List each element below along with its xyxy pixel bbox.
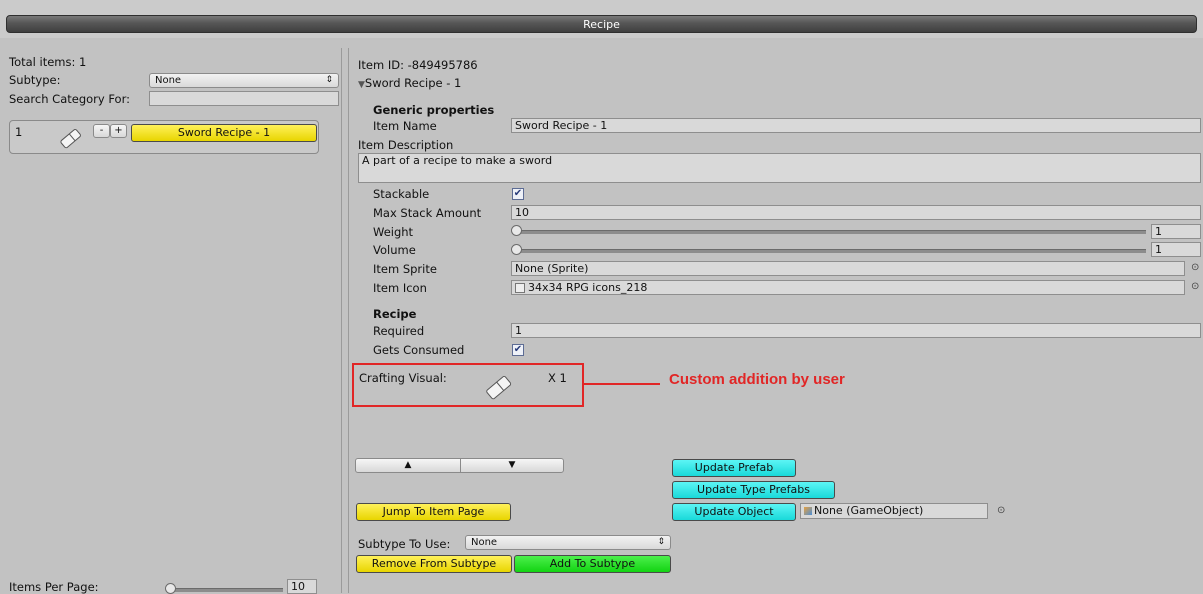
annotation-text: Custom addition by user: [669, 371, 845, 388]
volume-field[interactable]: 1: [1151, 242, 1201, 257]
item-sprite-label: Item Sprite: [373, 262, 437, 276]
max-stack-label: Max Stack Amount: [373, 206, 482, 220]
select-item-button[interactable]: Sword Recipe - 1: [131, 124, 317, 142]
search-category-input[interactable]: [149, 91, 339, 106]
icon-picker-icon[interactable]: ⊙: [1191, 281, 1199, 292]
item-id-label: Item ID: -849495786: [358, 58, 478, 72]
gets-consumed-checkbox[interactable]: ✔: [512, 344, 524, 356]
crafting-multiplier: X 1: [548, 371, 567, 385]
generic-properties-header: Generic properties: [373, 103, 495, 117]
stackable-label: Stackable: [373, 187, 430, 201]
items-per-page-field[interactable]: 10: [287, 579, 317, 594]
item-icon-field[interactable]: 34x34 RPG icons_218: [511, 280, 1185, 295]
gameobject-field[interactable]: None (GameObject): [800, 503, 988, 519]
search-category-label: Search Category For:: [9, 92, 130, 106]
update-prefab-button[interactable]: Update Prefab: [672, 459, 796, 477]
gameobject-picker-icon[interactable]: ⊙: [997, 505, 1005, 516]
item-description-field[interactable]: A part of a recipe to make a sword: [358, 153, 1201, 183]
move-up-button[interactable]: ▲: [355, 458, 461, 473]
item-icon-value: 34x34 RPG icons_218: [528, 281, 648, 294]
volume-slider-track[interactable]: [516, 249, 1146, 253]
item-name-label: Item Name: [373, 119, 437, 133]
crafting-visual-highlight: Crafting Visual: X 1: [352, 363, 584, 407]
total-items-label: Total items: 1: [9, 55, 87, 69]
weight-slider-track[interactable]: [516, 230, 1146, 234]
item-description-label: Item Description: [358, 138, 454, 152]
add-to-subtype-button[interactable]: Add To Subtype: [514, 555, 671, 573]
item-sprite-field[interactable]: None (Sprite): [511, 261, 1185, 276]
window-titlebar: Recipe: [0, 0, 1203, 38]
checkmark-icon: ✔: [513, 344, 523, 355]
subtype-to-use-value: None: [471, 537, 498, 548]
weight-label: Weight: [373, 225, 414, 239]
items-per-page-slider-thumb[interactable]: [165, 583, 176, 594]
max-stack-field[interactable]: 10: [511, 205, 1201, 220]
subtype-dropdown-value: None: [155, 75, 182, 86]
update-object-button[interactable]: Update Object: [672, 503, 796, 521]
subtype-to-use-label: Subtype To Use:: [358, 537, 451, 551]
crafting-visual-label: Crafting Visual:: [359, 371, 447, 385]
required-field[interactable]: 1: [511, 323, 1201, 338]
items-per-page-slider-track[interactable]: [171, 588, 283, 592]
updown-arrow-icon: ⇕: [657, 537, 665, 547]
subtype-label: Subtype:: [9, 73, 61, 87]
sprite-picker-icon[interactable]: ⊙: [1191, 262, 1199, 273]
stackable-checkbox[interactable]: ✔: [512, 188, 524, 200]
update-type-prefabs-button[interactable]: Update Type Prefabs: [672, 481, 835, 499]
item-icon-label: Item Icon: [373, 281, 427, 295]
volume-slider-thumb[interactable]: [511, 244, 522, 255]
item-foldout-label: Sword Recipe - 1: [364, 76, 462, 90]
weight-field[interactable]: 1: [1151, 224, 1201, 239]
annotation-connector: [584, 383, 660, 385]
weight-slider-thumb[interactable]: [511, 225, 522, 236]
eraser-icon: [60, 129, 81, 149]
item-name-field[interactable]: Sword Recipe - 1: [511, 118, 1201, 133]
item-foldout[interactable]: ▼Sword Recipe - 1: [358, 76, 461, 90]
required-label: Required: [373, 324, 425, 338]
gameobject-value: None (GameObject): [814, 504, 924, 517]
recipe-header: Recipe: [373, 307, 417, 321]
increment-button[interactable]: +: [110, 124, 127, 138]
subtype-dropdown[interactable]: None ⇕: [149, 73, 339, 88]
updown-arrow-icon: ⇕: [325, 75, 333, 85]
checkmark-icon: ✔: [513, 188, 523, 199]
decrement-button[interactable]: -: [93, 124, 110, 138]
foldout-arrow-icon: ▼: [358, 80, 365, 90]
eraser-icon: [486, 376, 512, 400]
jump-to-item-page-button[interactable]: Jump To Item Page: [356, 503, 511, 521]
move-down-button[interactable]: ▼: [460, 458, 564, 473]
gets-consumed-label: Gets Consumed: [373, 343, 465, 357]
items-per-page-label: Items Per Page:: [9, 580, 99, 594]
list-item[interactable]: 1 - + Sword Recipe - 1: [9, 120, 319, 154]
cube-icon: [804, 507, 812, 515]
window-title: Recipe: [6, 15, 1197, 33]
remove-from-subtype-button[interactable]: Remove From Subtype: [356, 555, 512, 573]
volume-label: Volume: [373, 243, 416, 257]
subtype-to-use-dropdown[interactable]: None ⇕: [465, 535, 671, 550]
list-item-index: 1: [15, 125, 23, 139]
sprite-icon: [515, 283, 525, 293]
